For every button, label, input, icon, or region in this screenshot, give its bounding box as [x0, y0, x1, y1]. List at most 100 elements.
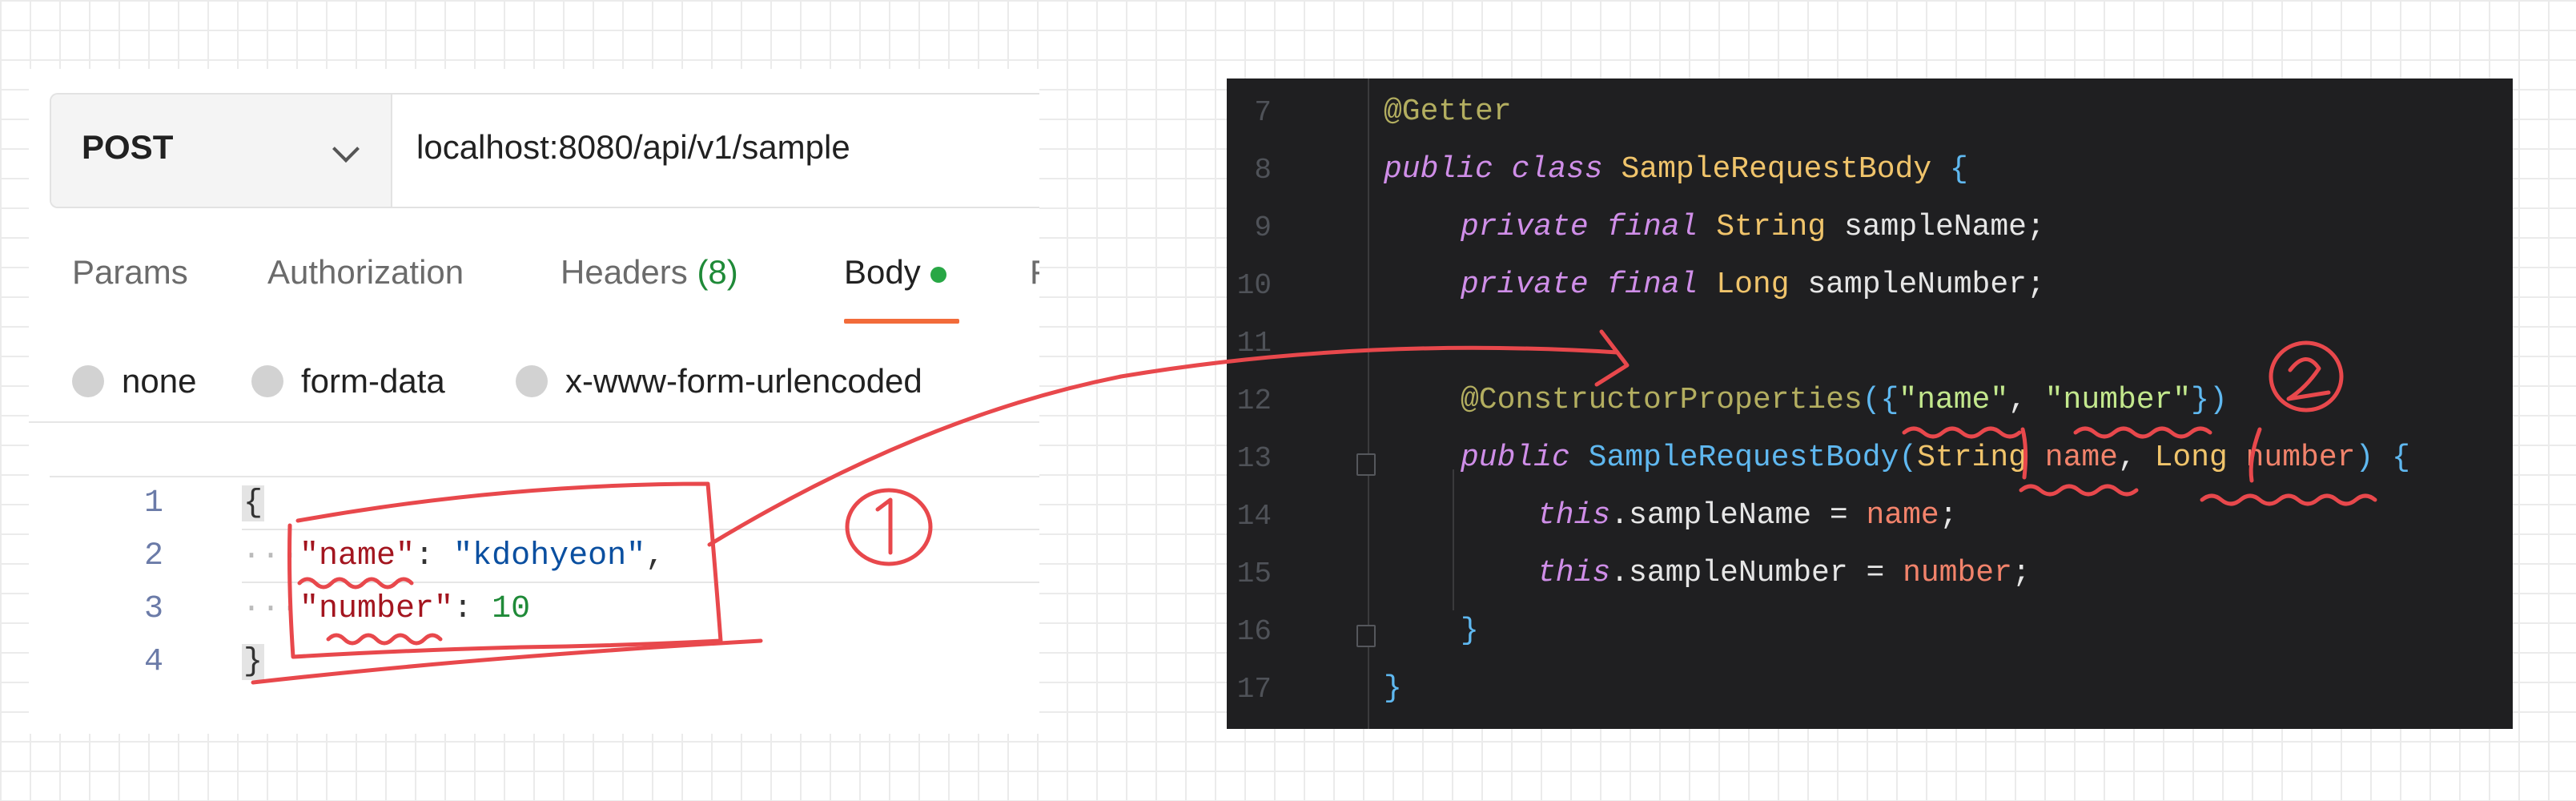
semicolon: ; — [1939, 498, 1958, 533]
line-number: 4 — [143, 644, 163, 680]
tab-truncated[interactable]: F — [1030, 253, 1039, 292]
indent-guide — [1453, 469, 1454, 610]
tab-body[interactable]: Body — [844, 253, 946, 292]
code-line-10: private final Long sampleNumber; — [1461, 268, 2045, 302]
param-number-ref: number — [1903, 556, 2012, 590]
code-line-1: { — [242, 485, 265, 521]
param-name: name — [2044, 441, 2118, 475]
line-number: 12 — [1236, 384, 1272, 417]
radio-form-data-label: form-data — [301, 362, 445, 400]
ctor-comma: , — [2008, 383, 2045, 417]
line-number: 9 — [1254, 211, 1272, 244]
tab-headers[interactable]: Headers (8) — [561, 253, 738, 292]
kw-final: final — [1606, 268, 1698, 302]
type-long: Long — [2154, 441, 2228, 475]
line-number: 15 — [1236, 557, 1272, 590]
code-line-16: } — [1461, 614, 1479, 648]
type-long: Long — [1716, 268, 1790, 302]
assign-sample-name: .sampleName = — [1610, 498, 1867, 533]
ctor-open: ({ — [1862, 383, 1899, 417]
field-sample-number: sampleNumber; — [1807, 268, 2045, 302]
json-colon: : — [453, 591, 492, 627]
kw-this: this — [1537, 556, 1611, 590]
radio-urlencoded-label: x-www-form-urlencoded — [565, 362, 922, 400]
code-line-13: public SampleRequestBody(String name, Lo… — [1461, 441, 2410, 475]
code-line-15: this.sampleNumber = number; — [1537, 556, 2031, 590]
code-line-4: } — [242, 644, 265, 680]
open-brace: { — [242, 485, 265, 521]
code-line-8: public class SampleRequestBody { — [1384, 152, 1968, 187]
request-url-bar: POST localhost:8080/api/v1/sample — [50, 93, 1039, 208]
tab-authorization[interactable]: Authorization — [267, 253, 464, 292]
active-tab-indicator — [844, 319, 959, 324]
kw-this: this — [1537, 498, 1611, 533]
postman-request-panel: POST localhost:8080/api/v1/sample Params… — [29, 69, 1039, 734]
code-line-2: ···"name": "kdohyeon", — [242, 538, 665, 574]
radio-form-data[interactable]: form-data — [251, 357, 445, 405]
kw-public: public — [1461, 441, 1570, 475]
annotation-getter: @Getter — [1384, 95, 1512, 129]
close-brace: } — [1461, 614, 1479, 648]
line-number: 1 — [143, 485, 163, 521]
kw-private: private — [1461, 210, 1589, 244]
line-number: 16 — [1236, 615, 1272, 648]
code-line-14: this.sampleName = name; — [1537, 498, 1958, 533]
open-brace: { — [1949, 152, 1968, 187]
kw-final: final — [1606, 210, 1698, 244]
headers-count-badge: (8) — [697, 253, 738, 291]
line-number: 2 — [143, 538, 163, 574]
type-string: String — [1716, 210, 1827, 244]
param-name-ref: name — [1866, 498, 1939, 533]
class-name: SampleRequestBody — [1621, 152, 1932, 187]
line-number: 14 — [1236, 500, 1272, 533]
open-brace: { — [2392, 441, 2410, 475]
chevron-down-icon — [332, 135, 360, 163]
tab-params[interactable]: Params — [72, 253, 188, 292]
ctor-close: }) — [2191, 383, 2228, 417]
type-string: String — [1917, 441, 2027, 475]
radio-urlencoded[interactable]: x-www-form-urlencoded — [516, 357, 922, 405]
annotation-constructor-properties: @ConstructorProperties — [1461, 383, 1863, 417]
code-line-3: ···"number": 10 — [242, 591, 530, 627]
line-number: 13 — [1236, 442, 1272, 475]
code-line-17: } — [1384, 671, 1402, 706]
code-line-9: private final String sampleName; — [1461, 210, 2045, 244]
radio-circle — [251, 365, 283, 397]
ctor-str-number: "number" — [2044, 383, 2192, 417]
json-key-name: "name" — [299, 538, 416, 574]
radio-none[interactable]: none — [72, 357, 196, 405]
code-line-12: @ConstructorProperties({"name", "number"… — [1461, 383, 2228, 417]
radio-circle — [516, 365, 548, 397]
fold-icon[interactable] — [1356, 625, 1376, 647]
json-value-name: "kdohyeon" — [453, 538, 646, 574]
tab-headers-label: Headers — [561, 253, 688, 291]
indent-dots: ··· — [242, 538, 300, 574]
ctor-str-name: "name" — [1899, 383, 2009, 417]
body-status-dot — [930, 266, 946, 283]
indent-dots: ··· — [242, 591, 300, 627]
line-number: 17 — [1236, 673, 1272, 706]
param-number: number — [2245, 441, 2356, 475]
kw-class: class — [1511, 152, 1603, 187]
json-colon: : — [415, 538, 454, 574]
json-value-number: 10 — [492, 591, 531, 627]
fold-icon[interactable] — [1356, 453, 1376, 476]
line-number: 3 — [143, 591, 163, 627]
line-number: 8 — [1254, 154, 1272, 187]
kw-public: public — [1384, 152, 1493, 187]
method-select[interactable]: POST — [51, 95, 392, 207]
kw-private: private — [1461, 268, 1589, 302]
constructor-name: SampleRequestBody — [1588, 441, 1899, 475]
close-brace: } — [1384, 671, 1402, 706]
semicolon: ; — [2011, 556, 2031, 590]
url-input[interactable]: localhost:8080/api/v1/sample — [416, 128, 850, 167]
json-body-editor[interactable]: 1 2 3 4 { ···"name": "kdohyeon", ···"num… — [50, 476, 1039, 734]
json-key-number: "number" — [299, 591, 454, 627]
assign-sample-number: .sampleNumber = — [1610, 556, 1903, 590]
tab-body-label: Body — [844, 253, 921, 291]
line-number: 11 — [1236, 327, 1272, 360]
ide-code-panel: 7 8 9 10 11 12 13 14 15 16 17 @Getter pu… — [1227, 78, 2513, 729]
line-number: 10 — [1236, 269, 1272, 302]
code-line-7: @Getter — [1384, 95, 1512, 129]
close-brace: } — [242, 644, 265, 680]
